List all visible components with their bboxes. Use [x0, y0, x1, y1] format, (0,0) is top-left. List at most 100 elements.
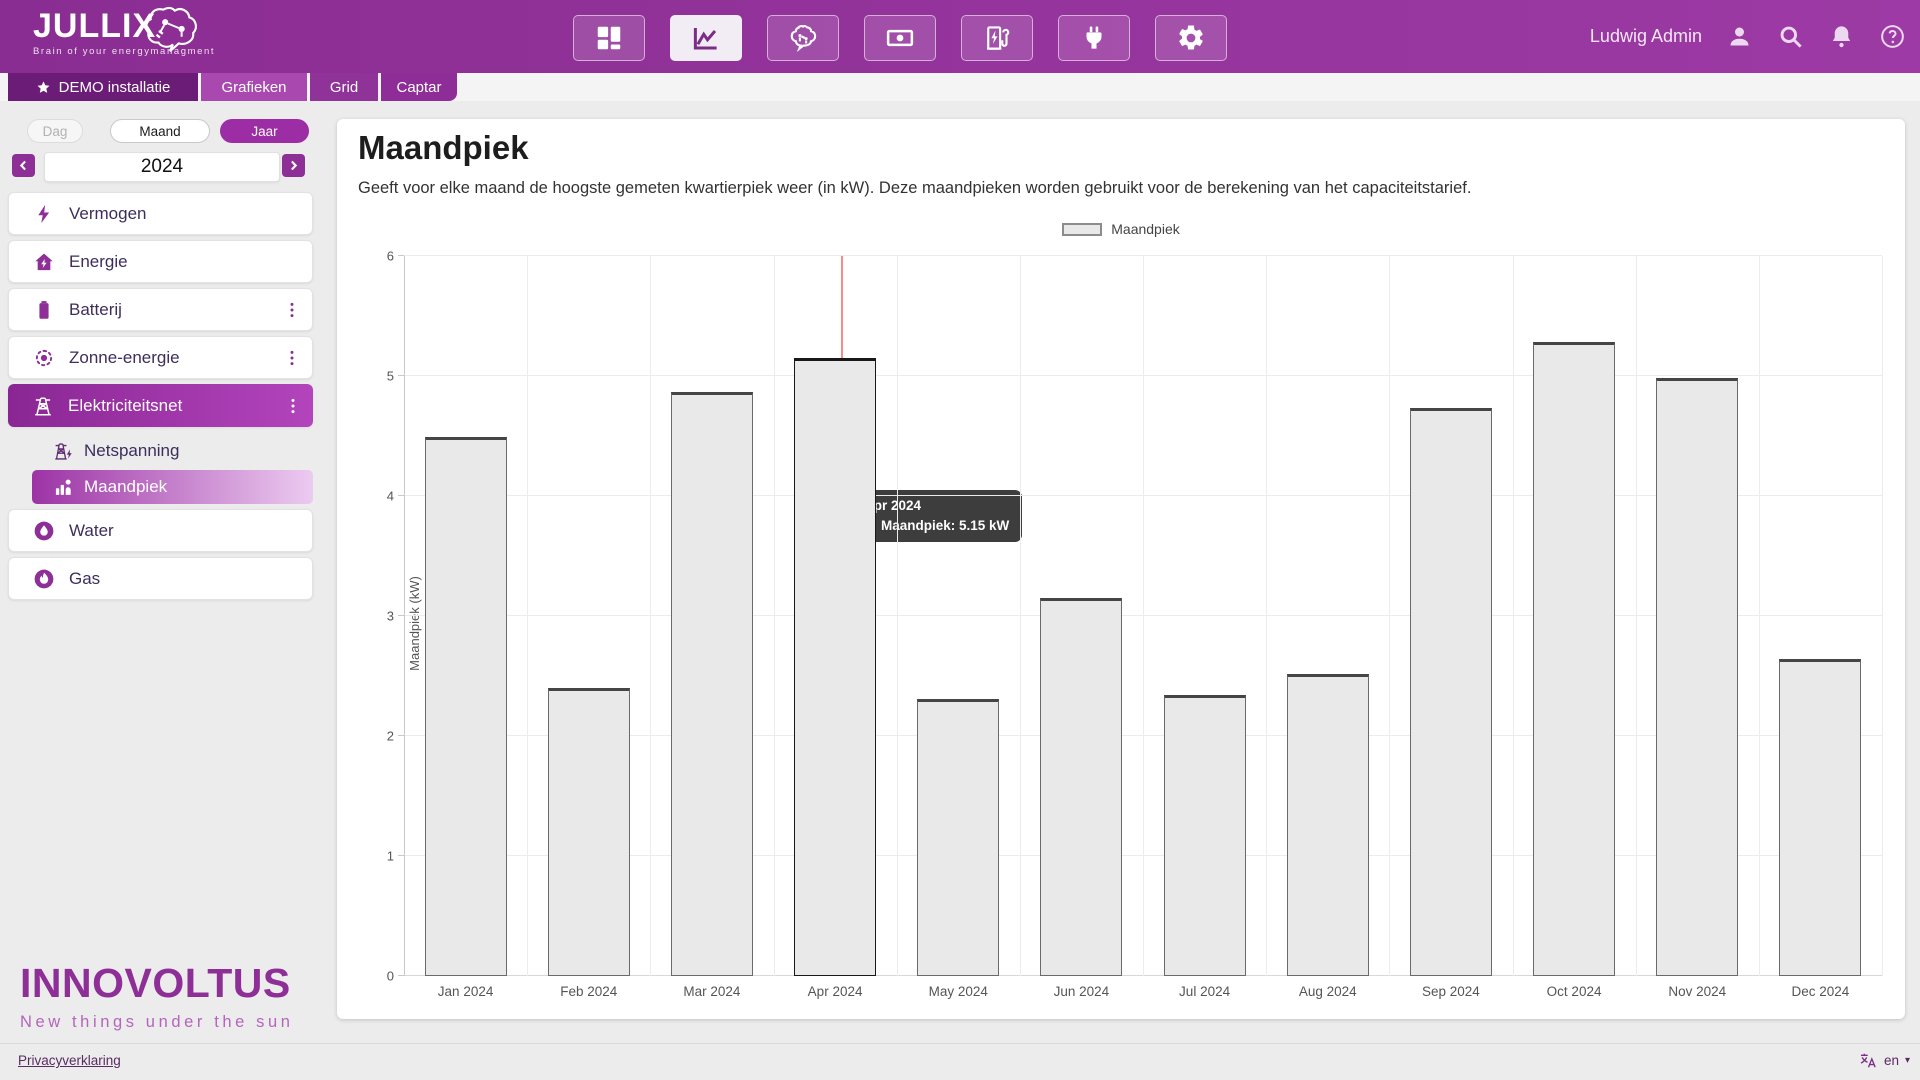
house-energy-icon — [33, 251, 55, 273]
bar-dec-2024[interactable] — [1779, 659, 1861, 976]
language-code: en — [1884, 1053, 1899, 1068]
gridline-x-5 — [1020, 256, 1021, 976]
next-year-button[interactable] — [282, 154, 305, 177]
x-tick-jan-2024: Jan 2024 — [438, 984, 494, 999]
money-icon — [885, 23, 915, 53]
search-icon[interactable] — [1777, 23, 1804, 50]
x-tick-sep-2024: Sep 2024 — [1422, 984, 1480, 999]
x-tick-may-2024: May 2024 — [929, 984, 988, 999]
user-name[interactable]: Ludwig Admin — [1590, 26, 1702, 47]
breadcrumb-item-grid[interactable]: Grid — [310, 73, 378, 101]
gridline-x-3 — [774, 256, 775, 976]
y-tick-1: 1 — [387, 849, 394, 864]
sidebar-item-elektriciteitsnet[interactable]: Elektriciteitsnet — [8, 384, 313, 427]
nav-ev-charger-button[interactable] — [961, 15, 1033, 61]
breadcrumb-item-grafieken[interactable]: Grafieken — [201, 73, 307, 101]
gridline-x-2 — [650, 256, 651, 976]
gas-icon — [33, 568, 55, 590]
gridline-x-11 — [1759, 256, 1760, 976]
line-chart-icon — [691, 23, 721, 53]
innovoltus-brand: INNOVOLTUS New things under the sun — [20, 960, 310, 1032]
bar-nov-2024[interactable] — [1656, 378, 1738, 976]
bar-feb-2024[interactable] — [548, 688, 630, 976]
sidebar-subitem-label: Maandpiek — [84, 477, 313, 497]
period-tab-maand[interactable]: Maand — [110, 119, 210, 143]
bar-sep-2024[interactable] — [1410, 408, 1492, 976]
nav-brain-button[interactable] — [767, 15, 839, 61]
gridline-x-8 — [1389, 256, 1390, 976]
bar-apr-2024[interactable] — [794, 358, 876, 976]
y-tick-3: 3 — [387, 609, 394, 624]
legend-swatch — [1062, 223, 1102, 236]
gridline-x-12 — [1882, 256, 1883, 976]
x-tick-feb-2024: Feb 2024 — [560, 984, 617, 999]
battery-icon — [33, 299, 55, 321]
breadcrumb-item-captar[interactable]: Captar — [381, 73, 457, 101]
nav-line-chart-button[interactable] — [670, 15, 742, 61]
sidebar-item-zonne-energie[interactable]: Zonne-energie — [8, 336, 313, 379]
nav-plug-button[interactable] — [1058, 15, 1130, 61]
user-avatar-icon[interactable] — [1726, 23, 1753, 50]
kebab-menu-icon[interactable] — [282, 300, 302, 320]
sidebar-item-water[interactable]: Water — [8, 509, 313, 552]
grid-voltage-icon — [53, 441, 74, 462]
previous-year-button[interactable] — [12, 154, 35, 177]
y-tick-5: 5 — [387, 369, 394, 384]
kebab-menu-icon[interactable] — [283, 396, 303, 416]
bar-aug-2024[interactable] — [1287, 674, 1369, 976]
gridline-x-0 — [404, 256, 405, 976]
breadcrumb-label: Grid — [330, 79, 358, 96]
bar-jun-2024[interactable] — [1040, 598, 1122, 976]
chart-card: Maandpiek Geeft voor elke maand de hoogs… — [337, 119, 1905, 1019]
breadcrumb-item-demo-installatie[interactable]: DEMO installatie — [8, 73, 198, 101]
sidebar-item-label: Energie — [69, 252, 312, 272]
sidebar-menu: Vermogen Energie Batterij Zonne-energie Elek… — [8, 192, 313, 605]
kebab-menu-icon[interactable] — [282, 348, 302, 368]
bar-chart-plot: Maandpiek (kW) Apr 2024 Maandpiek: 5.15 … — [404, 256, 1882, 976]
footer-divider — [0, 1043, 1920, 1044]
bar-jul-2024[interactable] — [1164, 695, 1246, 976]
sidebar-item-batterij[interactable]: Batterij — [8, 288, 313, 331]
period-tab-jaar[interactable]: Jaar — [220, 119, 309, 143]
privacy-link[interactable]: Privacyverklaring — [18, 1053, 121, 1068]
sidebar-subitem-maandpiek[interactable]: Maandpiek — [32, 470, 313, 504]
jullix-app: JULLIX Brain of your energymanagment Lud… — [0, 0, 1920, 1080]
nav-money-button[interactable] — [864, 15, 936, 61]
x-tick-jul-2024: Jul 2024 — [1179, 984, 1230, 999]
bar-jan-2024[interactable] — [425, 437, 507, 976]
bar-mar-2024[interactable] — [671, 392, 753, 976]
tooltip-title: Apr 2024 — [864, 498, 1009, 513]
brand-tagline: New things under the sun — [20, 1013, 310, 1032]
page-title: Maandpiek — [358, 129, 529, 167]
sidebar-subitem-label: Netspanning — [84, 441, 313, 461]
chart-legend[interactable]: Maandpiek — [337, 221, 1905, 237]
notifications-bell-icon[interactable] — [1828, 23, 1855, 50]
gridline-x-6 — [1143, 256, 1144, 976]
help-icon[interactable] — [1879, 23, 1906, 50]
nav-gear-button[interactable] — [1155, 15, 1227, 61]
brain-logo-icon — [142, 2, 200, 54]
x-tick-aug-2024: Aug 2024 — [1299, 984, 1357, 999]
sidebar-subitem-netspanning[interactable]: Netspanning — [8, 432, 313, 470]
nav-dashboard-button[interactable] — [573, 15, 645, 61]
ev-charger-icon — [982, 23, 1012, 53]
year-input[interactable]: 2024 — [44, 152, 280, 182]
gridline-x-10 — [1636, 256, 1637, 976]
sidebar-item-vermogen[interactable]: Vermogen — [8, 192, 313, 235]
dashboard-icon — [594, 23, 624, 53]
language-selector[interactable]: en ▾ — [1859, 1051, 1910, 1070]
y-axis-label: Maandpiek (kW) — [407, 576, 422, 671]
period-tab-dag[interactable]: Dag — [27, 119, 83, 143]
monthly-peak-icon — [53, 477, 73, 497]
chart-tooltip: Apr 2024 Maandpiek: 5.15 kW — [853, 490, 1022, 542]
sidebar-item-energie[interactable]: Energie — [8, 240, 313, 283]
gridline-x-4 — [897, 256, 898, 976]
x-tick-jun-2024: Jun 2024 — [1054, 984, 1110, 999]
sidebar-item-label: Gas — [69, 569, 312, 589]
bolt-icon — [33, 203, 55, 225]
breadcrumb-label: DEMO installatie — [59, 79, 171, 96]
sidebar-item-gas[interactable]: Gas — [8, 557, 313, 600]
bar-oct-2024[interactable] — [1533, 342, 1615, 976]
x-tick-mar-2024: Mar 2024 — [683, 984, 740, 999]
bar-may-2024[interactable] — [917, 699, 999, 976]
